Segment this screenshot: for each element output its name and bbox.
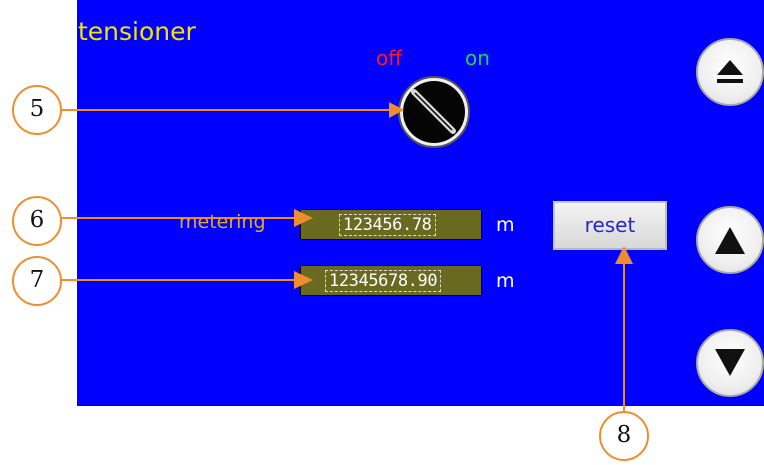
eject-icon [717,60,743,83]
callout-6: 6 [12,196,62,246]
tensioner-selector-switch[interactable] [397,75,471,149]
callout-8: 8 [599,411,649,461]
down-triangle [715,349,745,376]
metering-unit: m [496,214,515,236]
screen-title: tensioner [78,17,196,46]
switch-off-label: off [376,46,403,70]
eject-button[interactable] [696,38,764,106]
triangle-down-icon [715,349,745,376]
triangle-up-icon [715,227,745,254]
up-button[interactable] [696,206,764,274]
callout-7: 7 [12,256,62,306]
reset-button[interactable]: reset [553,201,667,250]
down-button[interactable] [696,329,764,397]
selector-switch-icon [398,76,470,148]
up-triangle [715,227,745,254]
eject-triangle [717,60,743,75]
total-readout: 12345678.90 [300,265,482,296]
metering-readout: 123456.78 [300,209,482,240]
switch-on-label: on [465,46,490,70]
metering-label: metering [179,211,266,233]
callout-5: 5 [12,85,62,135]
total-unit: m [496,270,515,292]
eject-bar [717,79,743,83]
total-value: 12345678.90 [325,270,442,292]
metering-value: 123456.78 [339,214,436,236]
